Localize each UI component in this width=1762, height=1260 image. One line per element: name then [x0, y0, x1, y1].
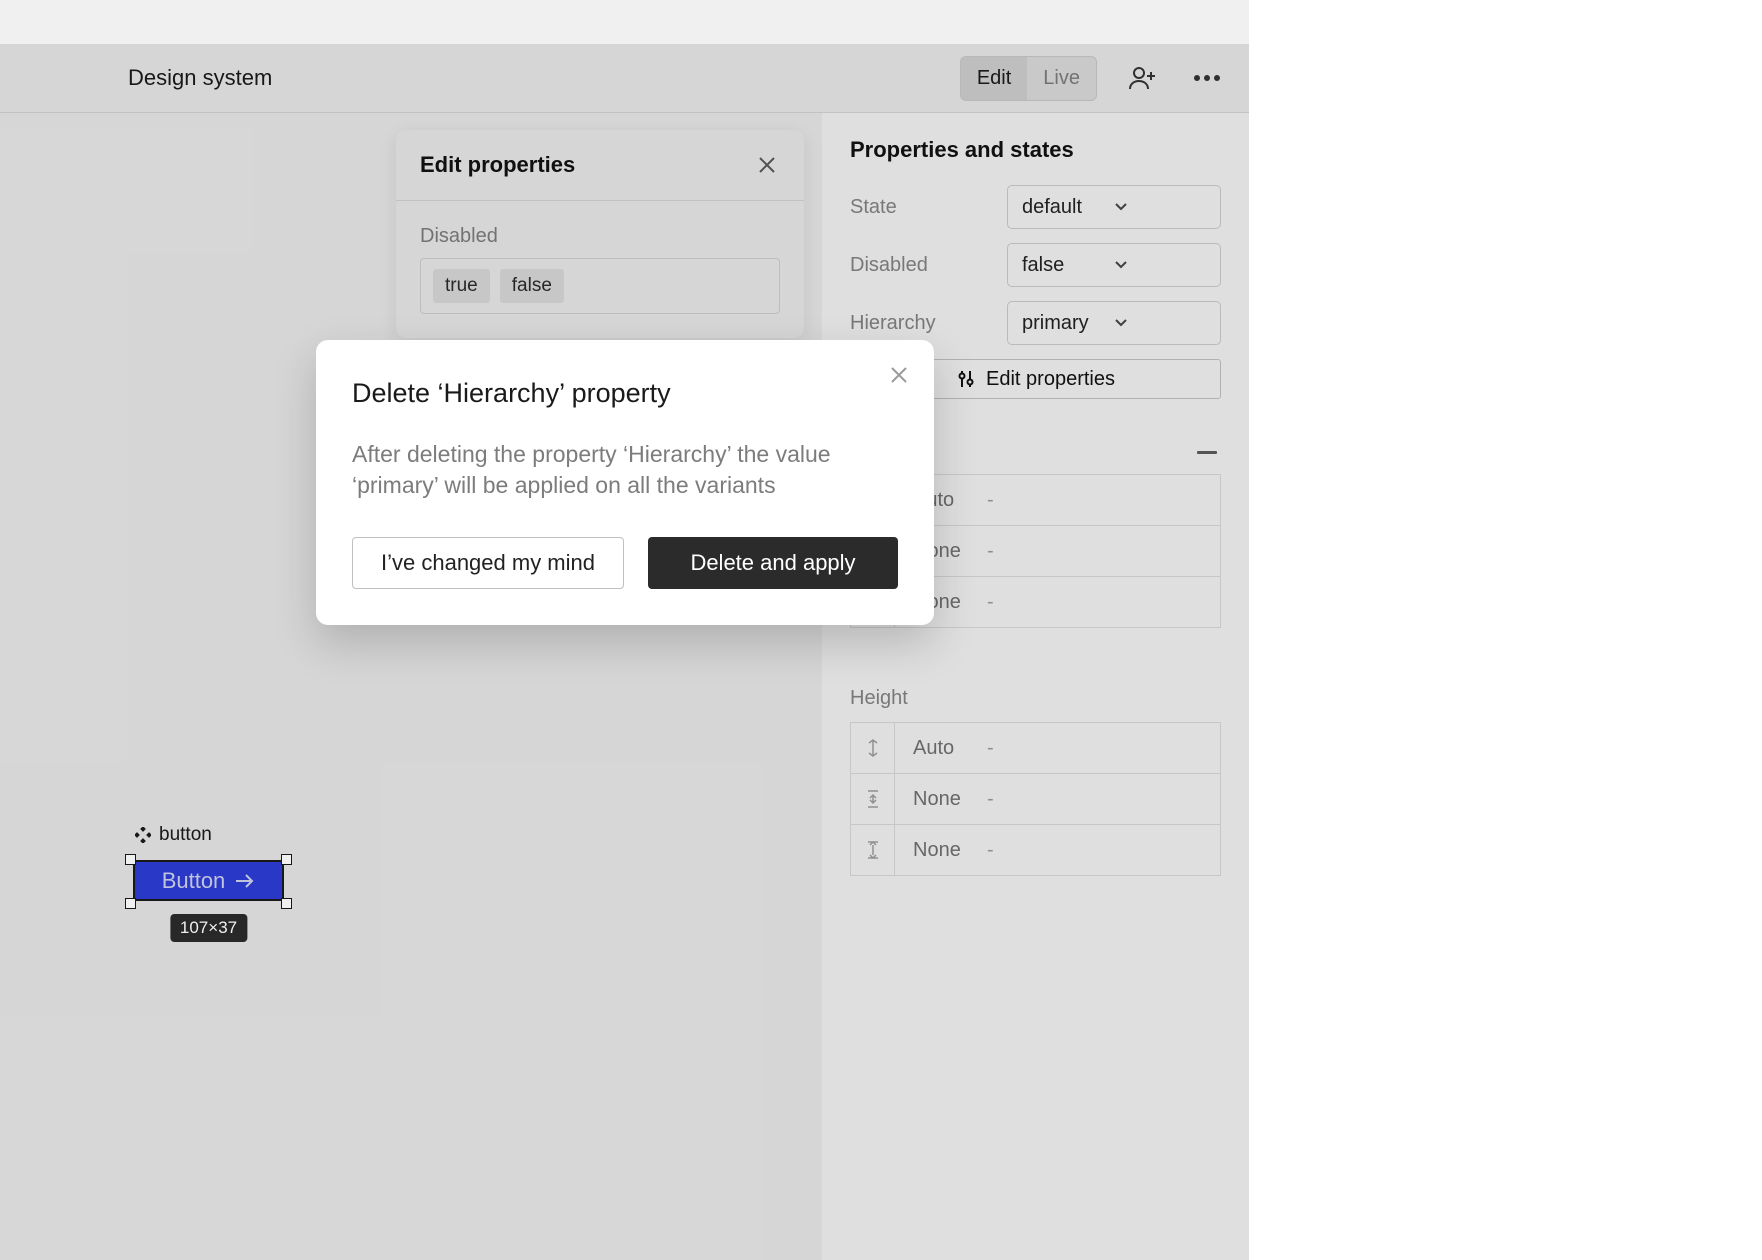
close-icon: [890, 366, 908, 384]
app-root: Design system Edit Live: [0, 0, 1249, 1260]
dialog-body: After deleting the property ‘Hierarchy’ …: [352, 439, 898, 501]
delete-property-dialog: Delete ‘Hierarchy’ property After deleti…: [316, 340, 934, 625]
dialog-actions: I’ve changed my mind Delete and apply: [352, 537, 898, 589]
dialog-close-button[interactable]: [886, 362, 912, 388]
dialog-title: Delete ‘Hierarchy’ property: [352, 378, 898, 409]
delete-and-apply-button[interactable]: Delete and apply: [648, 537, 898, 589]
cancel-button[interactable]: I’ve changed my mind: [352, 537, 624, 589]
modal-scrim[interactable]: [0, 0, 1249, 1260]
